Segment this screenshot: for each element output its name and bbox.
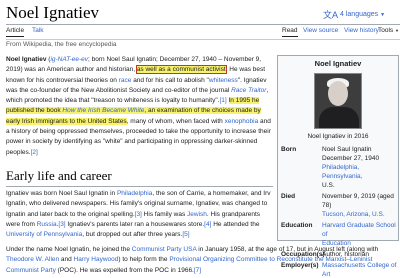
language-selector-label: 4 languages bbox=[340, 11, 379, 18]
infobox-value-line: Author, historian bbox=[322, 251, 369, 258]
inline-link[interactable]: whiteness bbox=[209, 77, 238, 84]
translate-icon: 文A bbox=[323, 10, 339, 20]
page-tabs: Article Talk Read View source View histo… bbox=[6, 27, 400, 39]
infobox-value: Massachusetts College of ArtHarvard Univ… bbox=[322, 261, 398, 278]
inline-link[interactable]: [3] bbox=[58, 221, 65, 228]
inline-link[interactable]: Communist Party USA bbox=[132, 246, 197, 253]
chevron-down-icon: ▼ bbox=[380, 11, 386, 18]
infobox-row: Died November 9, 2019 (aged 78) Tucson, Ar… bbox=[278, 192, 398, 219]
photo-caption: Noel Ignatiev in 2016 bbox=[307, 133, 369, 140]
infobox-value: Author, historian bbox=[322, 250, 398, 259]
tab-talk[interactable]: Talk bbox=[32, 27, 44, 36]
infobox-key: Died bbox=[281, 193, 296, 200]
infobox-value: Harvard Graduate School of Education bbox=[322, 221, 398, 248]
tabs-divider bbox=[6, 39, 400, 40]
infobox-value-line: Philadelphia, Pennsylvania, bbox=[322, 164, 363, 180]
infobox-key: Occupation(s) bbox=[281, 251, 325, 258]
text-run: Ignatiev was born Noel Saul Ignatin in bbox=[6, 190, 117, 197]
text-run: and for his call to abolish " bbox=[131, 76, 209, 84]
language-selector[interactable]: 文A 4 languages ▼ bbox=[323, 8, 385, 21]
text-run: and bbox=[59, 256, 74, 264]
infobox-value: Noel Saul Ignatin December 27, 1940 Philad… bbox=[322, 145, 398, 190]
inline-link[interactable]: Theodore W. Allen bbox=[6, 256, 59, 263]
text-run: (POC). He was expelled from the POC in 1… bbox=[55, 266, 194, 274]
inline-link[interactable]: Philadelphia bbox=[117, 190, 152, 197]
infobox-row: Occupation(s) Author, historian bbox=[278, 250, 398, 259]
lead-paragraph: Noel Ignatiev (ig-NAT-ee-ev; born Noel S… bbox=[6, 55, 273, 158]
infobox-key: Education bbox=[281, 222, 313, 229]
inline-link[interactable]: [3] bbox=[135, 211, 142, 218]
section-heading: Early life and career bbox=[6, 168, 112, 183]
infobox-value-line: Education bbox=[322, 240, 351, 247]
text-run: as well as a communist activist bbox=[135, 65, 227, 75]
inline-link[interactable]: [5] bbox=[182, 231, 189, 238]
tab-view-source[interactable]: View source bbox=[303, 27, 338, 36]
portrait-photo[interactable] bbox=[314, 73, 362, 129]
infobox-value-line: U.S. bbox=[322, 182, 335, 189]
inline-link[interactable]: ig-NAT-ee-ev bbox=[50, 56, 88, 63]
lead-text: Noel Ignatiev (ig-NAT-ee-ev; born Noel S… bbox=[6, 55, 273, 158]
infobox-value-line: Massachusetts College of Art bbox=[322, 262, 397, 278]
inline-link[interactable]: Harry Haywood bbox=[74, 256, 119, 263]
infobox-row: Employer(s)Massachusetts College of ArtH… bbox=[278, 261, 398, 278]
infobox-value: November 9, 2019 (aged 78) Tucson, Arizon… bbox=[322, 192, 398, 219]
text-run: Under the name Noel Ignatin, he joined t… bbox=[6, 246, 132, 253]
inline-link[interactable]: [1] bbox=[219, 97, 226, 104]
text-run: Noel Ignatiev bbox=[6, 56, 47, 63]
text-run: Ignatiev's parents later ran a houseware… bbox=[65, 220, 205, 228]
section-text-1: Ignatiev was born Noel Saul Ignatin in P… bbox=[6, 189, 273, 240]
text-run: , many of whom, when faced with bbox=[126, 117, 225, 125]
tab-article[interactable]: Article bbox=[6, 27, 25, 37]
site-subtitle: From Wikipedia, the free encyclopedia bbox=[6, 41, 117, 48]
tools-menu[interactable]: Tools ▼ bbox=[378, 27, 399, 36]
infobox-title: Noel Ignatiev bbox=[314, 59, 362, 68]
infobox-row: Born Noel Saul Ignatin December 27, 1940 Ph… bbox=[278, 145, 398, 190]
section-paragraph-1: Ignatiev was born Noel Saul Ignatin in P… bbox=[6, 189, 273, 240]
infobox-value-line: December 27, 1940 bbox=[322, 155, 380, 162]
inline-link[interactable]: [7] bbox=[194, 267, 201, 274]
infobox-table: Born Noel Saul Ignatin December 27, 1940 Ph… bbox=[278, 145, 398, 278]
inline-link[interactable]: How the Irish Became White bbox=[62, 107, 145, 115]
text-run: , but dropped out after three years. bbox=[82, 231, 183, 239]
infobox-row: Education Harvard Graduate School of Educa… bbox=[278, 221, 398, 248]
infobox-value-line: Noel Saul Ignatin bbox=[322, 146, 372, 153]
section-divider bbox=[6, 186, 273, 187]
inline-link[interactable]: xenophobia bbox=[225, 118, 259, 125]
chevron-down-icon: ▼ bbox=[395, 28, 399, 33]
infobox-value-line: Harvard Graduate School of bbox=[322, 222, 396, 238]
infobox-key: Born bbox=[281, 146, 297, 153]
infobox-value-line: Tucson, Arizona, U.S. bbox=[322, 211, 385, 218]
title-divider bbox=[6, 24, 400, 25]
inline-link[interactable]: [2] bbox=[31, 149, 38, 156]
inline-link[interactable]: University of Pennsylvania bbox=[6, 231, 82, 238]
inline-link[interactable]: Jewish bbox=[187, 211, 207, 218]
infobox-value-line: November 9, 2019 (aged 78) bbox=[322, 193, 394, 209]
tab-read[interactable]: Read bbox=[282, 27, 298, 37]
tab-view-history[interactable]: View history bbox=[344, 27, 379, 36]
inline-link[interactable]: Race Traitor bbox=[231, 87, 266, 94]
infobox-key: Employer(s) bbox=[281, 262, 319, 269]
inline-link[interactable]: race bbox=[119, 77, 132, 84]
text-run: He attended the bbox=[211, 220, 260, 228]
inline-link[interactable]: Russia bbox=[37, 221, 57, 228]
text-run: His family was bbox=[141, 210, 188, 218]
text-run: ) to help form the bbox=[118, 256, 170, 264]
infobox: Noel Ignatiev Noel Ignatiev in 2016 Born… bbox=[277, 55, 399, 278]
tools-menu-label: Tools bbox=[378, 27, 394, 34]
page-title: Noel Ignatiev bbox=[6, 3, 99, 22]
